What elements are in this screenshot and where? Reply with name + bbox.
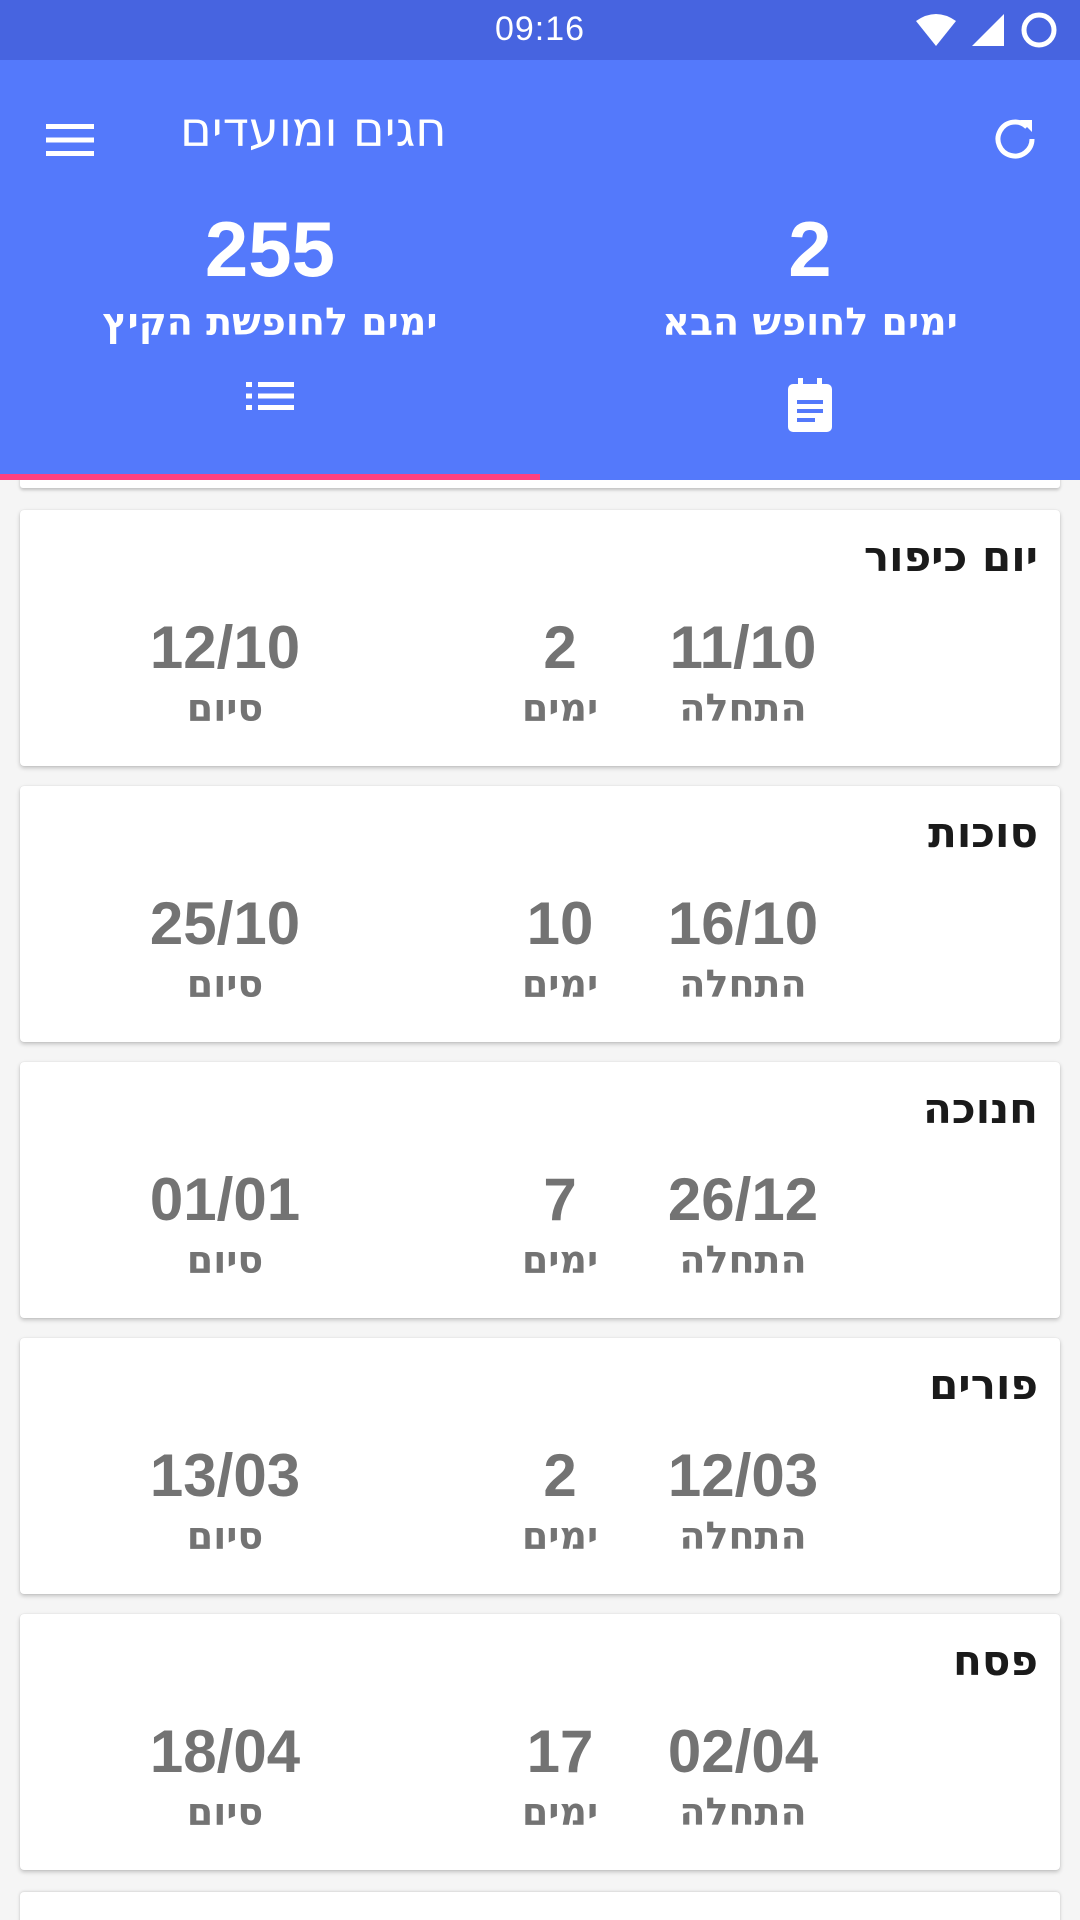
end-date: 25/10 סיום bbox=[75, 890, 375, 1007]
end-date: 01/01 סיום bbox=[75, 1166, 375, 1283]
tab-list[interactable] bbox=[0, 378, 540, 478]
end-date-value: 13/03 bbox=[149, 1442, 301, 1509]
days-count-label: ימים bbox=[521, 686, 599, 730]
holiday-card[interactable]: חנוכה 26/12 התחלה 7 ימים 01/01 סיום bbox=[20, 1062, 1060, 1318]
holiday-card[interactable]: פורים 12/03 התחלה 2 ימים 13/03 סיום bbox=[20, 1338, 1060, 1594]
end-date-label: סיום bbox=[186, 1514, 264, 1558]
hamburger-menu-icon bbox=[46, 124, 94, 156]
days-count-value: 17 bbox=[526, 1718, 594, 1785]
days-count-value: 10 bbox=[526, 890, 594, 957]
days-count: 2 ימים bbox=[410, 614, 710, 731]
end-date: 13/03 סיום bbox=[75, 1442, 375, 1559]
menu-button[interactable] bbox=[40, 110, 100, 170]
cell-signal-icon bbox=[972, 14, 1004, 46]
end-date-label: סיום bbox=[186, 962, 264, 1006]
holiday-card[interactable]: יום כיפור 11/10 התחלה 2 ימים 12/10 סיום bbox=[20, 510, 1060, 766]
days-count: 7 ימים bbox=[410, 1166, 710, 1283]
wifi-icon bbox=[916, 14, 956, 46]
end-date-value: 12/10 bbox=[149, 614, 301, 681]
holiday-name: פסח bbox=[952, 1636, 1038, 1685]
status-icons bbox=[916, 10, 1058, 50]
status-bar: 09:16 bbox=[0, 0, 1080, 60]
partial-card-top bbox=[20, 480, 1060, 488]
days-count-value: 2 bbox=[543, 614, 577, 681]
tab-calendar[interactable] bbox=[540, 378, 1080, 478]
days-count-label: ימים bbox=[521, 962, 599, 1006]
screen: 09:16 חגים ומועדים 255 ימים לחופשת הקיץ … bbox=[0, 0, 1080, 1920]
days-count-label: ימים bbox=[521, 1238, 599, 1282]
days-count-label: ימים bbox=[521, 1790, 599, 1834]
app-bar: חגים ומועדים 255 ימים לחופשת הקיץ 2 ימים… bbox=[0, 60, 1080, 480]
end-date: 18/04 סיום bbox=[75, 1718, 375, 1835]
partial-card-bottom bbox=[20, 1892, 1060, 1920]
summer-counter: 255 ימים לחופשת הקיץ bbox=[0, 210, 540, 344]
list-icon bbox=[246, 382, 294, 410]
days-count: 2 ימים bbox=[410, 1442, 710, 1559]
next-holiday-counter: 2 ימים לחופש הבא bbox=[540, 210, 1080, 344]
end-date-label: סיום bbox=[186, 1790, 264, 1834]
days-count-value: 2 bbox=[543, 1442, 577, 1509]
holiday-card[interactable]: סוכות 16/10 התחלה 10 ימים 25/10 סיום bbox=[20, 786, 1060, 1042]
end-date-value: 25/10 bbox=[149, 890, 301, 957]
end-date-value: 01/01 bbox=[149, 1166, 301, 1233]
holiday-list[interactable]: יום כיפור 11/10 התחלה 2 ימים 12/10 סיום … bbox=[0, 480, 1080, 1920]
holiday-name: פורים bbox=[929, 1360, 1038, 1409]
end-date-value: 18/04 bbox=[149, 1718, 301, 1785]
refresh-icon bbox=[995, 119, 1035, 159]
end-date-label: סיום bbox=[186, 686, 264, 730]
next-holiday-days-number: 2 bbox=[788, 205, 832, 293]
holiday-name: חנוכה bbox=[923, 1084, 1038, 1133]
holiday-card[interactable]: פסח 02/04 התחלה 17 ימים 18/04 סיום bbox=[20, 1614, 1060, 1870]
end-date: 12/10 סיום bbox=[75, 614, 375, 731]
end-date-label: סיום bbox=[186, 1238, 264, 1282]
days-count: 17 ימים bbox=[410, 1718, 710, 1835]
app-title: חגים ומועדים bbox=[180, 102, 447, 158]
refresh-button[interactable] bbox=[980, 104, 1050, 174]
holiday-name: סוכות bbox=[928, 808, 1038, 857]
days-count-value: 7 bbox=[543, 1166, 577, 1233]
summer-days-number: 255 bbox=[204, 205, 336, 293]
days-count-label: ימים bbox=[521, 1514, 599, 1558]
holiday-name: יום כיפור bbox=[863, 532, 1038, 581]
next-holiday-days-label: ימים לחופש הבא bbox=[662, 300, 958, 344]
summer-days-label: ימים לחופשת הקיץ bbox=[102, 300, 438, 344]
calendar-note-icon bbox=[788, 378, 832, 432]
days-count: 10 ימים bbox=[410, 890, 710, 1007]
battery-icon bbox=[1021, 12, 1057, 48]
